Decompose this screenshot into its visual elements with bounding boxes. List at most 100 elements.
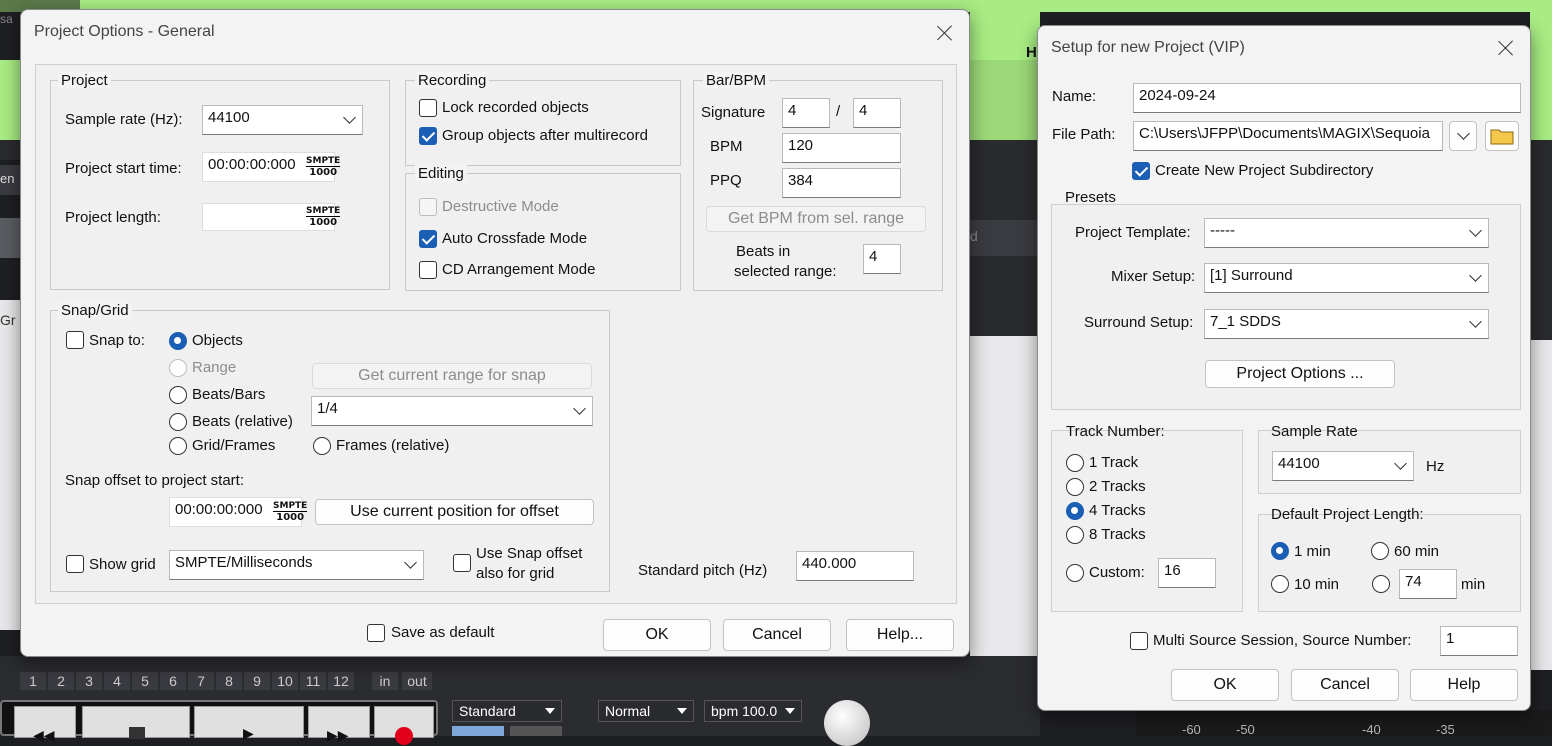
- track-1-radio[interactable]: [1066, 454, 1084, 472]
- length-custom-field[interactable]: 74: [1399, 569, 1457, 599]
- setup-sample-rate-select[interactable]: 44100: [1272, 451, 1414, 481]
- help-button[interactable]: Help...: [846, 619, 954, 651]
- close-icon[interactable]: [935, 23, 955, 43]
- stop-icon: [129, 727, 145, 739]
- dialog-title: Project Options - General: [34, 23, 215, 40]
- sample-rate-select[interactable]: 44100: [202, 105, 363, 135]
- length-unit-label: min: [1461, 576, 1486, 593]
- surround-select[interactable]: 7_1 SDDS: [1204, 309, 1489, 339]
- length-10-radio[interactable]: [1271, 575, 1289, 593]
- snap-frames-relative-radio[interactable]: [313, 437, 331, 455]
- numkey-7[interactable]: 7: [188, 672, 214, 690]
- lock-recorded-checkbox[interactable]: [419, 99, 437, 117]
- mixer-value: [1] Surround: [1210, 267, 1293, 284]
- marker-in[interactable]: in: [372, 672, 398, 690]
- length-custom-radio[interactable]: [1372, 575, 1390, 593]
- default-length-label: Default Project Length:: [1271, 506, 1424, 523]
- numkey-1[interactable]: 1: [20, 672, 46, 690]
- bpm-select[interactable]: bpm 100.0: [704, 700, 802, 722]
- ok-button[interactable]: OK: [603, 619, 711, 651]
- knob[interactable]: [824, 700, 870, 746]
- numkey-9[interactable]: 9: [244, 672, 270, 690]
- cancel-button[interactable]: Cancel: [723, 619, 831, 651]
- length-60-radio[interactable]: [1371, 542, 1389, 560]
- clip-left: [0, 60, 22, 140]
- track-4-radio[interactable]: [1066, 502, 1084, 520]
- close-icon[interactable]: [1496, 38, 1516, 58]
- track-8-radio[interactable]: [1066, 526, 1084, 544]
- save-default-checkbox[interactable]: [367, 624, 385, 642]
- snap-to-checkbox[interactable]: [66, 331, 84, 349]
- path-dropdown-button[interactable]: [1449, 121, 1477, 151]
- use-snap-grid-checkbox[interactable]: [453, 554, 471, 572]
- multi-source-checkbox[interactable]: [1130, 632, 1148, 650]
- numkey-8[interactable]: 8: [216, 672, 242, 690]
- numkey-6[interactable]: 6: [160, 672, 186, 690]
- numkey-3[interactable]: 3: [76, 672, 102, 690]
- custom-track-radio[interactable]: [1066, 564, 1084, 582]
- snap-beats-relative-radio[interactable]: [169, 413, 187, 431]
- smpte-icon[interactable]: SMPTE 1000: [273, 502, 308, 523]
- snap-range-radio[interactable]: [169, 359, 187, 377]
- multi-source-label: Multi Source Session, Source Number:: [1153, 632, 1412, 649]
- setup-ok-button[interactable]: OK: [1171, 669, 1279, 701]
- signature-label: Signature: [701, 104, 766, 121]
- track-2-radio[interactable]: [1066, 478, 1084, 496]
- smpte-icon[interactable]: SMPTE 1000: [306, 207, 341, 228]
- beats-field[interactable]: 4: [863, 244, 901, 274]
- name-field[interactable]: 2024-09-24: [1133, 83, 1521, 113]
- snap-offset-value: 00:00:00:000: [175, 501, 263, 518]
- signature-denominator-field[interactable]: 4: [853, 98, 901, 128]
- use-position-button[interactable]: Use current position for offset: [315, 499, 594, 525]
- smpte-icon[interactable]: SMPTE 1000: [306, 157, 341, 178]
- numkey-4[interactable]: 4: [104, 672, 130, 690]
- snap-beats-bars-radio[interactable]: [169, 386, 187, 404]
- snap-value-select[interactable]: 1/4: [311, 396, 593, 426]
- bar-bpm-group-label: Bar/BPM: [703, 72, 770, 89]
- project-options-button[interactable]: Project Options ...: [1205, 360, 1395, 388]
- numkey-5[interactable]: 5: [132, 672, 158, 690]
- file-path-field[interactable]: C:\Users\JFPP\Documents\MAGIX\Sequoia: [1133, 121, 1443, 151]
- stop-button[interactable]: [82, 706, 190, 739]
- custom-track-field[interactable]: 16: [1158, 558, 1216, 588]
- pitch-field[interactable]: 440.000: [796, 551, 914, 581]
- get-range-button[interactable]: Get current range for snap: [312, 363, 592, 389]
- track-header-middle: [970, 140, 1040, 220]
- rewind-button[interactable]: ◀◀: [14, 706, 76, 743]
- numkey-11[interactable]: 11: [300, 672, 326, 690]
- chevron-down-icon: [1394, 457, 1407, 470]
- length-1-radio[interactable]: [1271, 542, 1289, 560]
- mixer-select[interactable]: [1] Surround: [1204, 263, 1489, 293]
- snap-grid-frames-radio[interactable]: [169, 437, 187, 455]
- destructive-checkbox[interactable]: [419, 198, 437, 216]
- browse-folder-button[interactable]: [1485, 121, 1519, 151]
- ppq-field[interactable]: 384: [782, 168, 901, 198]
- numkey-10[interactable]: 10: [272, 672, 298, 690]
- setup-cancel-button[interactable]: Cancel: [1291, 669, 1399, 701]
- cd-arrangement-checkbox[interactable]: [419, 261, 437, 279]
- snap-objects-radio[interactable]: [169, 332, 187, 350]
- setup-help-button[interactable]: Help: [1410, 669, 1518, 701]
- track-divider-left: [0, 218, 22, 258]
- crossfade-checkbox[interactable]: [419, 230, 437, 248]
- marker-out[interactable]: out: [402, 672, 432, 690]
- play-button[interactable]: ▶: [194, 706, 304, 741]
- editing-group-label: Editing: [415, 165, 467, 182]
- show-grid-checkbox[interactable]: [66, 555, 84, 573]
- track-label-middle: d: [970, 220, 1040, 256]
- get-bpm-button[interactable]: Get BPM from sel. range: [706, 206, 926, 232]
- record-button[interactable]: [374, 706, 434, 745]
- group-objects-checkbox[interactable]: [419, 127, 437, 145]
- multi-source-field[interactable]: 1: [1440, 626, 1518, 656]
- numkey-2[interactable]: 2: [48, 672, 74, 690]
- create-subdir-checkbox[interactable]: [1132, 162, 1150, 180]
- signature-numerator-field[interactable]: 4: [782, 98, 830, 128]
- fast-forward-button[interactable]: ▶▶: [308, 706, 370, 743]
- mode-select-normal[interactable]: Normal: [598, 700, 694, 722]
- bpm-field[interactable]: 120: [782, 133, 901, 163]
- numkey-12[interactable]: 12: [328, 672, 354, 690]
- grid-select[interactable]: SMPTE/Milliseconds: [169, 550, 424, 580]
- mode-select-standard[interactable]: Standard: [452, 700, 562, 722]
- surround-value: 7_1 SDDS: [1210, 313, 1281, 330]
- template-select[interactable]: -----: [1204, 218, 1489, 248]
